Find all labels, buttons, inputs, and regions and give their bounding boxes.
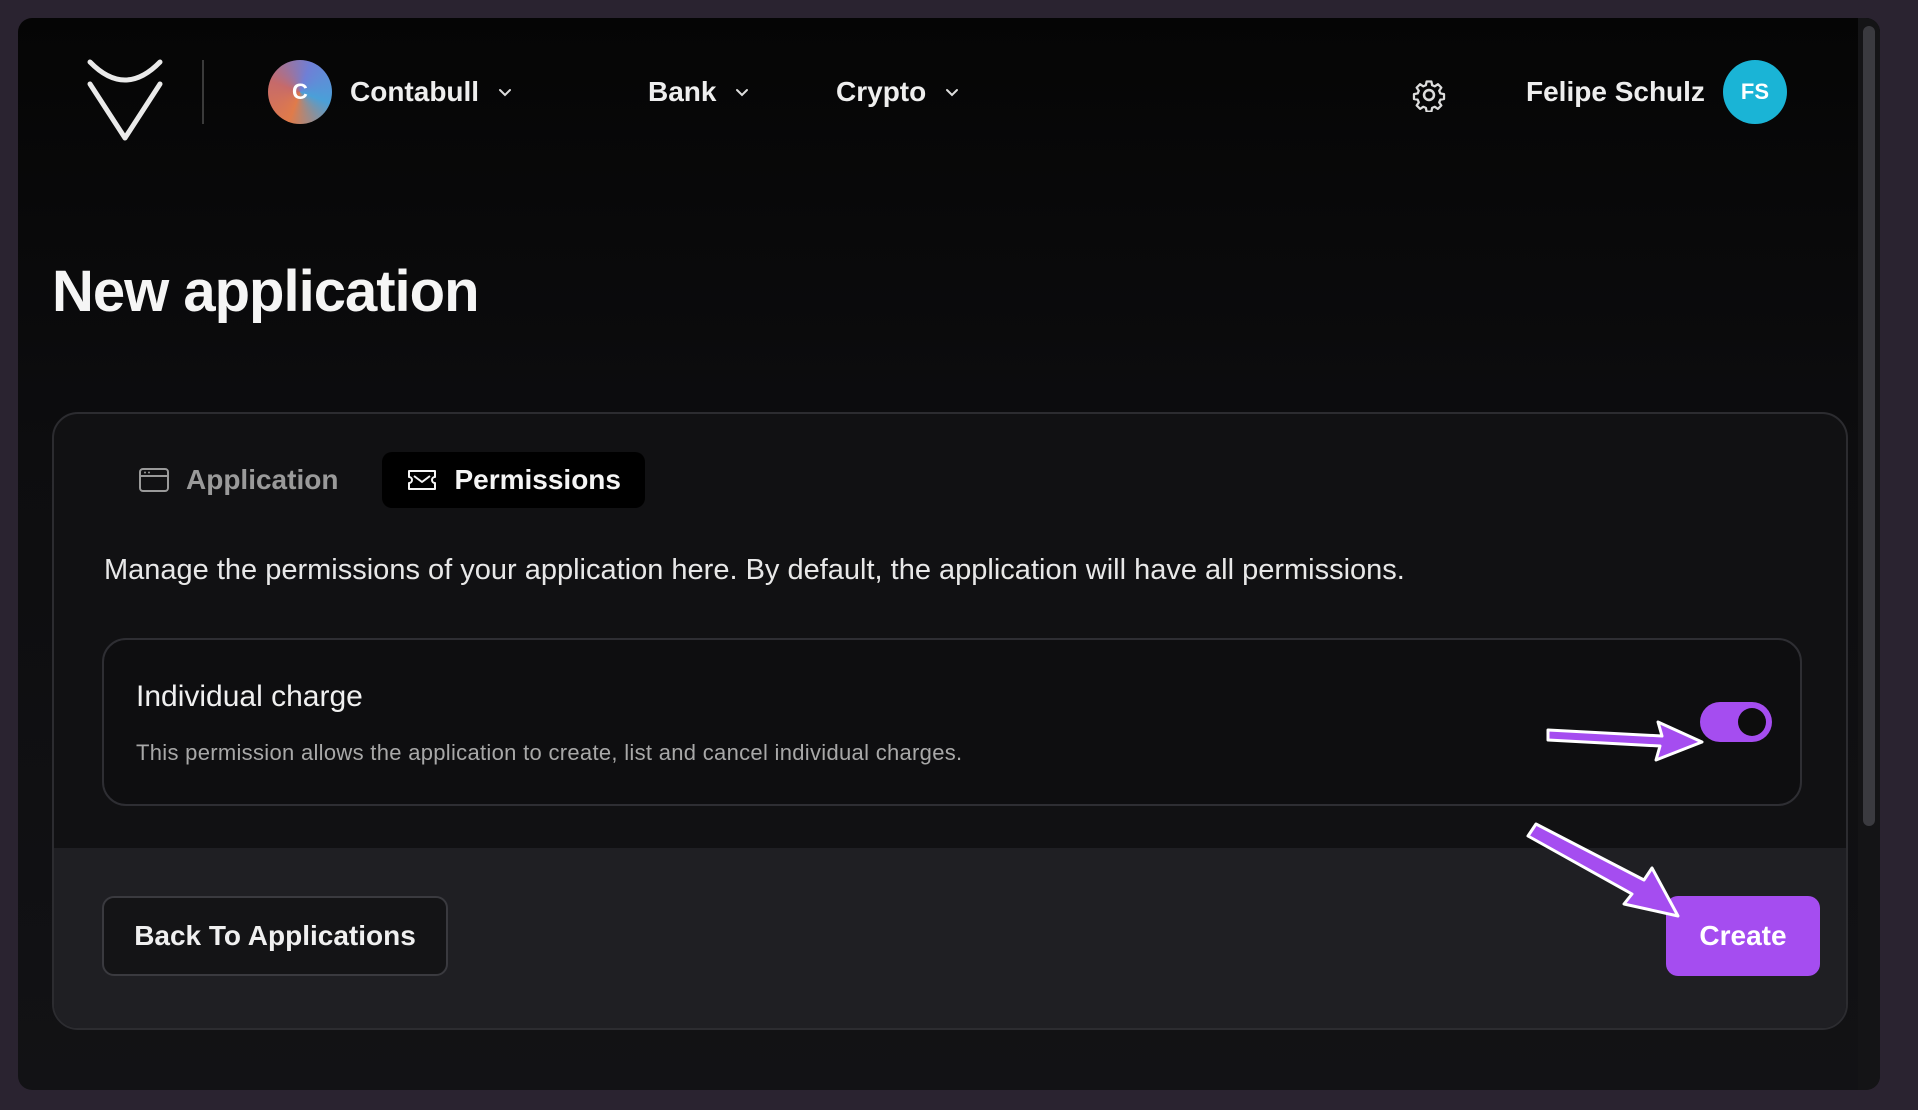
tab-application-label: Application: [186, 464, 339, 495]
form-tabs: Application Permissions: [114, 452, 645, 508]
tab-application[interactable]: Application: [114, 452, 362, 508]
permissions-description: Manage the permissions of your applicati…: [104, 554, 1405, 586]
user-menu[interactable]: Felipe Schulz FS: [1526, 60, 1787, 124]
nav-crypto-menu[interactable]: Crypto: [836, 60, 960, 124]
tab-permissions-label: Permissions: [454, 464, 621, 495]
brand-logo-icon[interactable]: [80, 58, 170, 142]
chevron-down-icon: [499, 89, 512, 97]
user-name: Felipe Schulz: [1526, 76, 1705, 107]
ticket-icon: [408, 470, 437, 490]
top-header: C Contabull Bank Crypto Felipe Schulz FS: [18, 18, 1858, 168]
permission-description: This permission allows the application t…: [136, 740, 963, 765]
back-to-applications-button[interactable]: Back To Applications: [102, 896, 448, 976]
gear-icon[interactable]: [1412, 78, 1446, 112]
scrollbar-thumb[interactable]: [1863, 26, 1875, 826]
org-name: Contabull: [350, 76, 480, 107]
arrow-pointer-icon: [1546, 720, 1704, 762]
nav-bank-menu[interactable]: Bank: [648, 60, 750, 124]
tab-permissions[interactable]: Permissions: [382, 452, 645, 508]
arrow-pointer-icon: [1526, 822, 1680, 918]
app-window: C Contabull Bank Crypto Felipe Schulz FS: [18, 18, 1880, 1090]
org-switcher[interactable]: C Contabull: [268, 60, 513, 124]
org-avatar: C: [268, 60, 332, 124]
permission-title: Individual charge: [136, 680, 363, 713]
nav-crypto-label: Crypto: [836, 76, 927, 107]
page-title: New application: [52, 259, 480, 324]
window-icon: [139, 468, 169, 492]
user-avatar: FS: [1722, 60, 1787, 124]
header-divider: [202, 60, 204, 124]
chevron-down-icon: [946, 89, 959, 97]
scrollbar-track[interactable]: [1858, 18, 1880, 1090]
nav-bank-label: Bank: [648, 76, 717, 107]
chevron-down-icon: [736, 89, 749, 97]
toggle-knob: [1738, 708, 1766, 736]
